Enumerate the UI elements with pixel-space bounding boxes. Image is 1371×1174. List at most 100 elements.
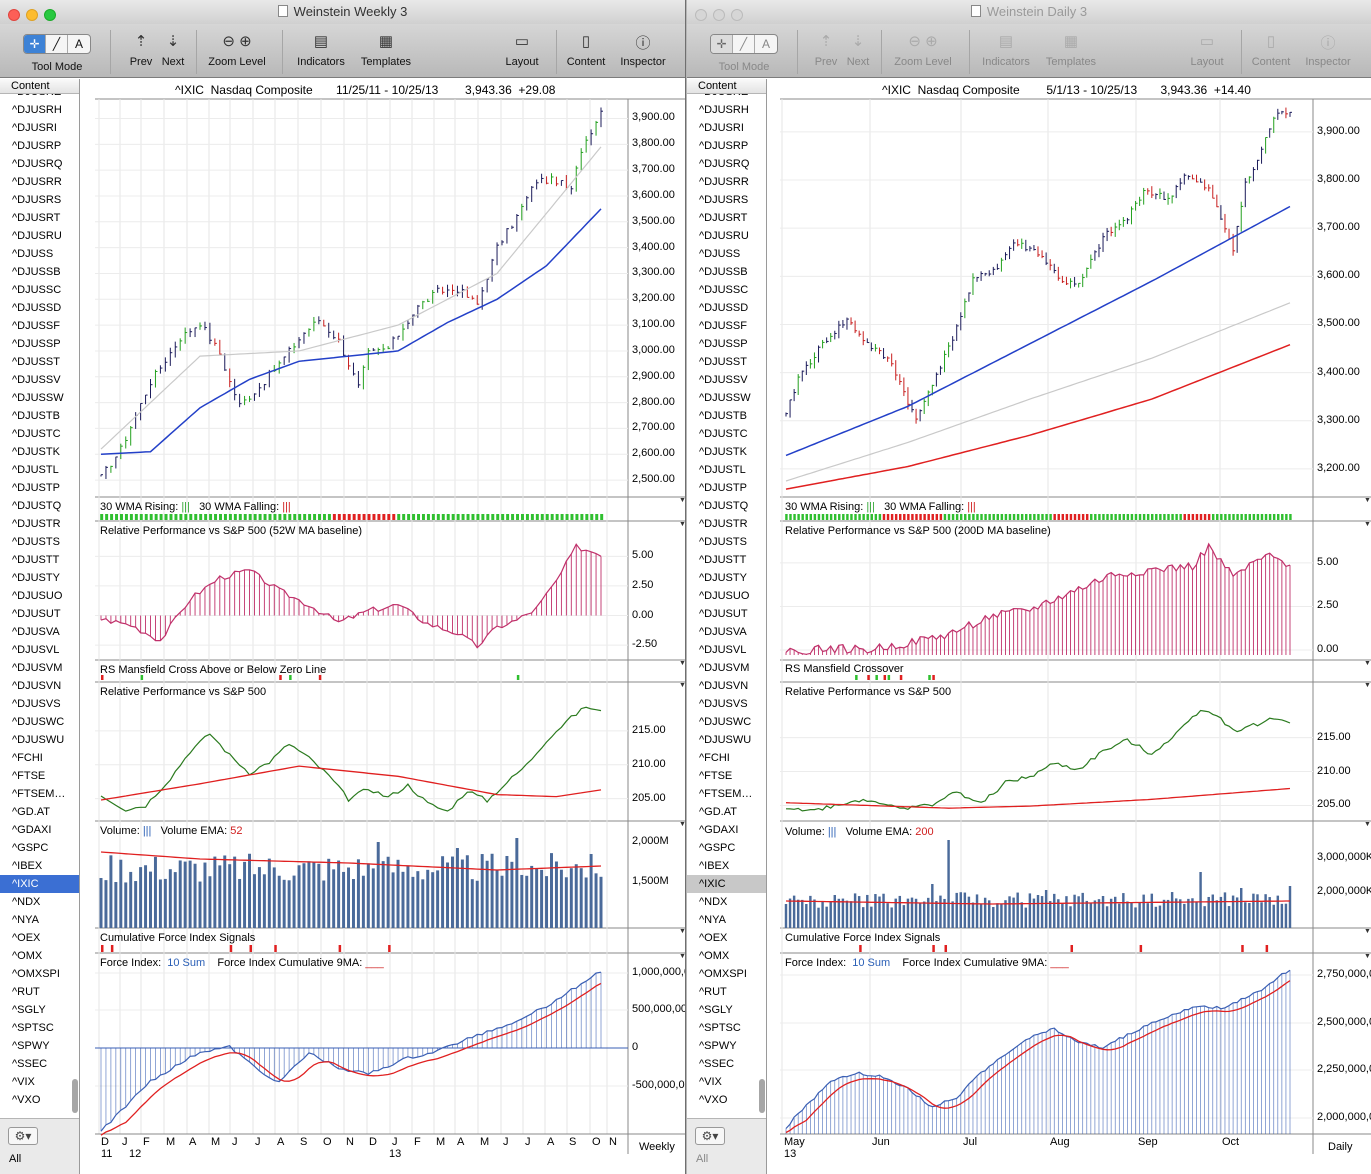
panel-menu-icon[interactable]: ▼ (679, 682, 685, 689)
symbol-list-item[interactable]: ^OMX (687, 947, 766, 965)
symbol-list-item[interactable]: ^DJUSWC (687, 713, 766, 731)
symbol-list-item[interactable]: ^DJUSTL (0, 461, 79, 479)
inspector-button[interactable]: ⓘ Inspector (614, 24, 672, 78)
symbol-list-item[interactable]: ^DJUSRU (0, 227, 79, 245)
symbol-list-item[interactable]: ^DJUSTQ (0, 497, 79, 515)
symbol-list-item[interactable]: ^VIX (0, 1073, 79, 1091)
panel-menu-icon[interactable]: ▼ (1364, 928, 1371, 935)
symbol-list-item[interactable]: ^NYA (687, 911, 766, 929)
symbol-list-item[interactable]: ^DJUSSW (687, 389, 766, 407)
symbol-list-item[interactable]: ^DJUSVL (0, 641, 79, 659)
panel-menu-icon[interactable]: ▼ (1364, 821, 1371, 828)
sidebar-scrollbar[interactable] (72, 1079, 78, 1113)
zoom-window-button[interactable] (731, 9, 743, 21)
panel-menu-icon[interactable]: ▼ (1364, 953, 1371, 960)
symbol-list-item[interactable]: ^DJUSSV (687, 371, 766, 389)
content-button[interactable]: ▯ Content (1247, 24, 1295, 78)
symbol-list-item[interactable]: ^OEX (0, 929, 79, 947)
symbol-list-item[interactable]: ^DJUSSB (0, 263, 79, 281)
symbol-list-item[interactable]: ^SGLY (0, 1001, 79, 1019)
symbol-list-item[interactable]: ^DJUSSW (0, 389, 79, 407)
symbol-list-item[interactable]: ^DJUSWU (0, 731, 79, 749)
crosshair-tool-icon[interactable]: ✛ (711, 35, 733, 53)
content-button[interactable]: ▯ Content (562, 24, 610, 78)
symbol-list-item[interactable]: ^DJUSRI (687, 119, 766, 137)
symbol-list-item[interactable]: ^DJUSS (687, 245, 766, 263)
panel-menu-icon[interactable]: ▼ (679, 953, 685, 960)
symbol-list-item[interactable]: ^FTSEM… (0, 785, 79, 803)
chart-canvas[interactable] (95, 79, 686, 1174)
symbol-list-item[interactable]: ^DJUSTL (687, 461, 766, 479)
zoom-icons[interactable]: ⊖ ⊕ (202, 24, 272, 52)
symbol-list-item[interactable]: ^OMX (0, 947, 79, 965)
symbol-list-item[interactable]: ^IXIC (687, 875, 766, 893)
zoom-level-control[interactable]: ⊖ ⊕ Zoom Level (887, 24, 959, 78)
symbol-list-item[interactable]: ^VXO (687, 1091, 766, 1109)
symbol-list-item[interactable]: ^DJUSSP (687, 335, 766, 353)
symbol-list-item[interactable]: ^DJUSRQ (687, 155, 766, 173)
symbol-list-item[interactable]: ^DJUSRP (687, 137, 766, 155)
symbol-list-item[interactable]: ^DJUSTQ (687, 497, 766, 515)
symbol-list-item[interactable]: ^FCHI (0, 749, 79, 767)
symbol-list-item[interactable]: ^DJUSSB (687, 263, 766, 281)
chart-area[interactable]: ^IXIC Nasdaq Composite 5/1/13 - 10/25/13… (780, 79, 1371, 1174)
symbol-list-item[interactable]: ^OEX (687, 929, 766, 947)
symbol-list-item[interactable]: ^DJUSRQ (0, 155, 79, 173)
symbol-list-item[interactable]: ^VIX (687, 1073, 766, 1091)
symbol-list-item[interactable]: ^DJUSRT (0, 209, 79, 227)
indicators-button[interactable]: ▤ Indicators (975, 24, 1037, 78)
symbol-list-item[interactable]: ^IBEX (687, 857, 766, 875)
layout-button[interactable]: ▭ Layout (498, 24, 546, 78)
panel-menu-icon[interactable]: ▼ (679, 660, 685, 667)
symbol-list-item[interactable]: ^DJUSVL (687, 641, 766, 659)
symbol-list-item[interactable]: ^DJUSSD (687, 299, 766, 317)
panel-menu-icon[interactable]: ▼ (1364, 682, 1371, 689)
symbol-list-item[interactable]: ^DJUSRR (0, 173, 79, 191)
minimize-window-button[interactable] (713, 9, 725, 21)
symbol-list-item[interactable]: ^DJUSUO (0, 587, 79, 605)
text-tool-icon[interactable]: A (68, 35, 90, 53)
symbol-list-item[interactable]: ^DJUSTB (687, 407, 766, 425)
symbol-list-item[interactable]: ^DJUSWU (687, 731, 766, 749)
zoom-window-button[interactable] (44, 9, 56, 21)
symbol-list-item[interactable]: ^DJUSRE (687, 94, 766, 101)
all-filter-label[interactable]: All (696, 1153, 708, 1165)
symbol-list-item[interactable]: ^DJUSTR (0, 515, 79, 533)
symbol-list-item[interactable]: ^DJUSTT (687, 551, 766, 569)
symbol-list-item[interactable]: ^DJUSTP (687, 479, 766, 497)
prev-button[interactable]: ⇡ Prev (811, 24, 841, 78)
symbol-list-item[interactable]: ^DJUSSD (0, 299, 79, 317)
symbol-list-item[interactable]: ^DJUSSF (0, 317, 79, 335)
symbol-list-item[interactable]: ^DJUSVN (0, 677, 79, 695)
symbol-list-item[interactable]: ^SPTSC (0, 1019, 79, 1037)
zoom-icons[interactable]: ⊖ ⊕ (887, 24, 959, 52)
window-titlebar[interactable]: Weinstein Daily 3 (687, 0, 1371, 24)
symbol-list-item[interactable]: ^DJUSSC (0, 281, 79, 299)
panel-menu-icon[interactable]: ▼ (1364, 660, 1371, 667)
symbol-list-item[interactable]: ^DJUSTS (0, 533, 79, 551)
panel-menu-icon[interactable]: ▼ (679, 497, 685, 504)
symbol-list-item[interactable]: ^DJUSUT (0, 605, 79, 623)
symbol-list-item[interactable]: ^GSPC (687, 839, 766, 857)
symbol-list-item[interactable]: ^OMXSPI (0, 965, 79, 983)
panel-menu-icon[interactable]: ▼ (679, 821, 685, 828)
templates-button[interactable]: ▦ Templates (356, 24, 416, 78)
symbol-list-item[interactable]: ^OMXSPI (687, 965, 766, 983)
tool-mode-control[interactable]: ✛ ╱ A Tool Mode (14, 24, 100, 78)
symbol-list-item[interactable]: ^FTSEM… (687, 785, 766, 803)
symbol-list-item[interactable]: ^DJUSSF (687, 317, 766, 335)
chart-canvas[interactable] (780, 79, 1371, 1174)
symbol-list-item[interactable]: ^SPTSC (687, 1019, 766, 1037)
crosshair-tool-icon[interactable]: ✛ (24, 35, 46, 53)
symbol-list-item[interactable]: ^DJUSTS (687, 533, 766, 551)
inspector-button[interactable]: ⓘ Inspector (1299, 24, 1357, 78)
text-tool-icon[interactable]: A (755, 35, 777, 53)
symbol-list-item[interactable]: ^DJUSTY (0, 569, 79, 587)
symbol-list-item[interactable]: ^DJUSTT (0, 551, 79, 569)
symbol-list-item[interactable]: ^DJUSTK (687, 443, 766, 461)
next-button[interactable]: ⇣ Next (158, 24, 188, 78)
symbol-list-item[interactable]: ^DJUSSV (0, 371, 79, 389)
minimize-window-button[interactable] (26, 9, 38, 21)
next-button[interactable]: ⇣ Next (843, 24, 873, 78)
symbol-list-item[interactable]: ^DJUSRR (687, 173, 766, 191)
